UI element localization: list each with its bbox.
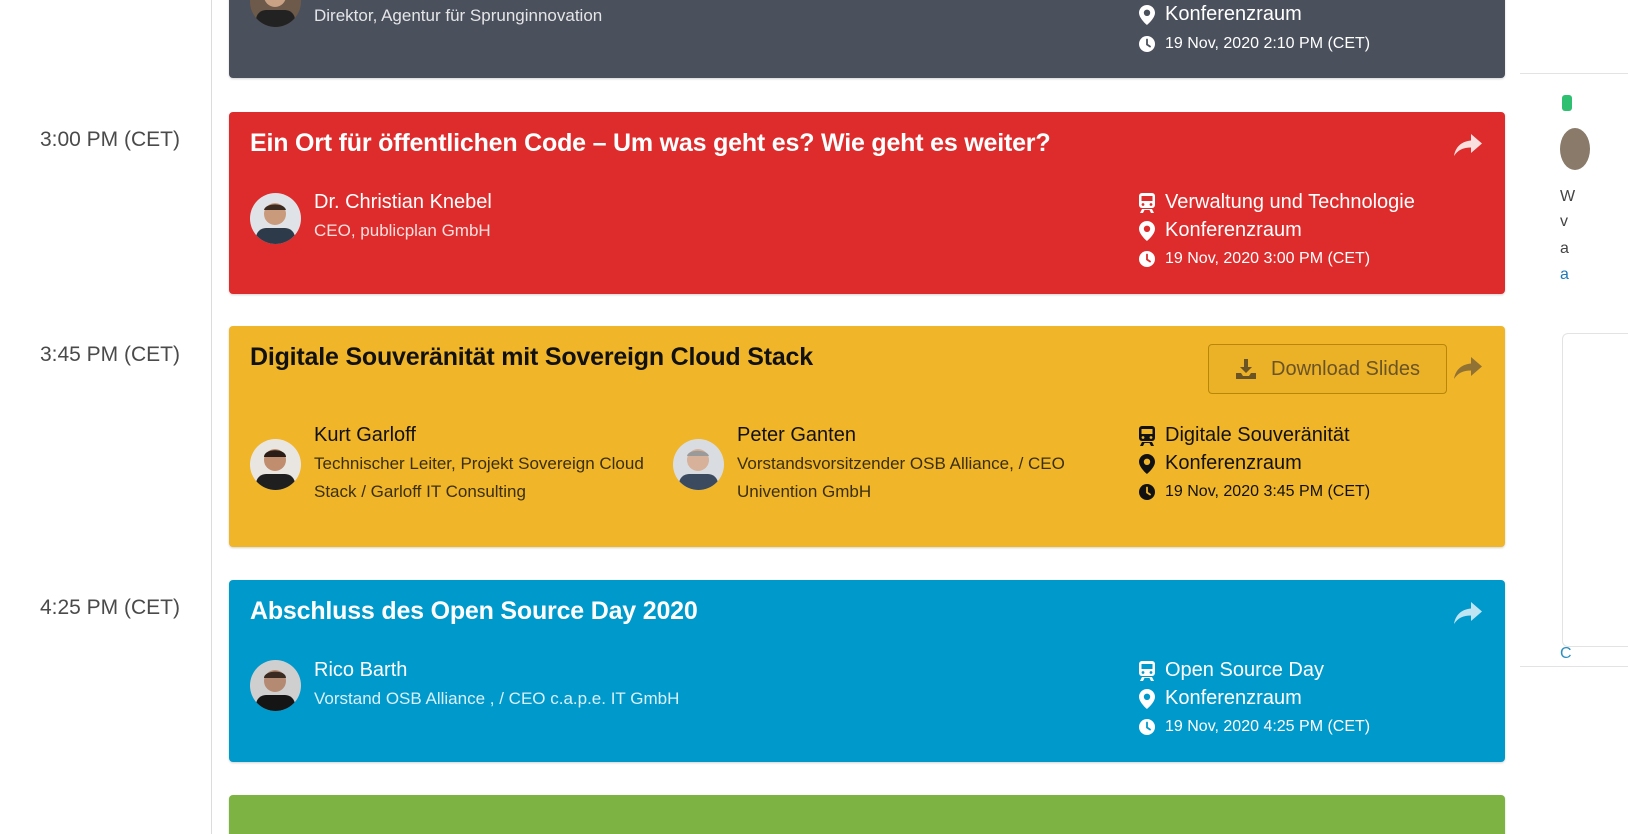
- session-title[interactable]: Ein Ort für öffentlichen Code – Um was g…: [250, 129, 1051, 158]
- share-icon[interactable]: [1453, 600, 1483, 626]
- map-marker-icon: [1137, 688, 1157, 709]
- train-icon: [1137, 660, 1157, 681]
- datetime-line: 19 Nov, 2020 2:10 PM (CET): [1137, 34, 1370, 54]
- speaker-avatar[interactable]: [250, 193, 301, 244]
- time-label: 4:25 PM (CET): [39, 596, 180, 619]
- session-card[interactable]: Direktor, Agentur für Sprunginnovation K…: [229, 0, 1505, 78]
- track-line: Open Source Day: [1137, 659, 1324, 682]
- train-icon: [1137, 425, 1157, 446]
- download-slides-button[interactable]: Download Slides: [1208, 344, 1447, 394]
- map-marker-icon: [1137, 453, 1157, 474]
- room-line: Konferenzraum: [1137, 219, 1302, 242]
- map-marker-icon: [1137, 4, 1157, 25]
- speaker-role: Technischer Leiter, Projekt Sovereign Cl…: [314, 454, 644, 501]
- speaker-role: Direktor, Agentur für Sprunginnovation: [314, 6, 603, 25]
- sidebar-text-fragment: a: [1560, 240, 1569, 257]
- room-name: Konferenzraum: [1165, 687, 1302, 709]
- speaker-role: CEO, publicplan GmbH: [314, 221, 491, 240]
- track-name: Digitale Souveränität: [1165, 424, 1350, 446]
- download-icon: [1235, 358, 1257, 380]
- speaker-avatar[interactable]: [673, 439, 724, 490]
- datetime-line: 19 Nov, 2020 4:25 PM (CET): [1137, 717, 1370, 737]
- session-datetime: 19 Nov, 2020 4:25 PM (CET): [1165, 718, 1371, 735]
- clock-icon: [1137, 482, 1157, 502]
- speaker-avatar[interactable]: [250, 660, 301, 711]
- sidebar-text-fragment: v: [1560, 213, 1568, 230]
- map-marker-icon: [1137, 220, 1157, 241]
- sidebar-divider: [1520, 73, 1628, 74]
- session-card[interactable]: [229, 795, 1505, 834]
- track-name: Open Source Day: [1165, 659, 1324, 681]
- datetime-line: 19 Nov, 2020 3:00 PM (CET): [1137, 249, 1370, 269]
- sidebar-divider: [1520, 666, 1628, 667]
- speaker-name[interactable]: Dr. Christian Knebel: [314, 191, 492, 214]
- speaker-name[interactable]: Rico Barth: [314, 659, 407, 682]
- avatar[interactable]: [1560, 128, 1590, 170]
- room-name: Konferenzraum: [1165, 452, 1302, 474]
- session-datetime: 19 Nov, 2020 2:10 PM (CET): [1165, 35, 1371, 52]
- session-datetime: 19 Nov, 2020 3:45 PM (CET): [1165, 483, 1371, 500]
- session-card[interactable]: Ein Ort für öffentlichen Code – Um was g…: [229, 112, 1505, 294]
- time-label: 3:45 PM (CET): [39, 343, 180, 366]
- track-line: Verwaltung und Technologie: [1137, 191, 1415, 214]
- session-card[interactable]: Digitale Souveränität mit Sovereign Clou…: [229, 326, 1505, 547]
- sidebar-link-fragment[interactable]: C: [1560, 645, 1572, 663]
- status-badge: [1562, 95, 1572, 111]
- share-icon[interactable]: [1453, 132, 1483, 158]
- session-card[interactable]: Abschluss des Open Source Day 2020 Rico …: [229, 580, 1505, 762]
- room-line: Konferenzraum: [1137, 687, 1302, 710]
- speaker-role: Vorstand OSB Alliance , / CEO c.a.p.e. I…: [314, 689, 680, 708]
- room-name: Konferenzraum: [1165, 219, 1302, 241]
- speaker-role: Vorstandsvorsitzender OSB Alliance, / CE…: [737, 454, 1065, 501]
- time-label: 3:00 PM (CET): [39, 128, 180, 151]
- speaker-name[interactable]: Peter Ganten: [737, 424, 856, 447]
- share-icon[interactable]: [1453, 355, 1483, 381]
- room-name: Konferenzraum: [1165, 3, 1302, 25]
- track-line: Digitale Souveränität: [1137, 424, 1350, 447]
- session-title[interactable]: Digitale Souveränität mit Sovereign Clou…: [250, 343, 813, 372]
- sidebar-link-fragment[interactable]: a: [1560, 266, 1569, 284]
- clock-icon: [1137, 249, 1157, 269]
- sidebar-text-fragment: W: [1560, 188, 1576, 205]
- speaker-avatar[interactable]: [250, 439, 301, 490]
- room-line: Konferenzraum: [1137, 3, 1302, 26]
- clock-icon: [1137, 34, 1157, 54]
- session-title[interactable]: Abschluss des Open Source Day 2020: [250, 597, 698, 626]
- speaker-avatar[interactable]: [250, 0, 301, 27]
- download-slides-label: Download Slides: [1271, 357, 1420, 380]
- timeline-divider: [211, 0, 212, 834]
- clock-icon: [1137, 717, 1157, 737]
- sidebar-panel: [1562, 333, 1628, 647]
- room-line: Konferenzraum: [1137, 452, 1302, 475]
- session-datetime: 19 Nov, 2020 3:00 PM (CET): [1165, 250, 1371, 267]
- datetime-line: 19 Nov, 2020 3:45 PM (CET): [1137, 482, 1370, 502]
- speaker-name[interactable]: Kurt Garloff: [314, 424, 416, 447]
- track-name: Verwaltung und Technologie: [1165, 191, 1415, 213]
- train-icon: [1137, 192, 1157, 213]
